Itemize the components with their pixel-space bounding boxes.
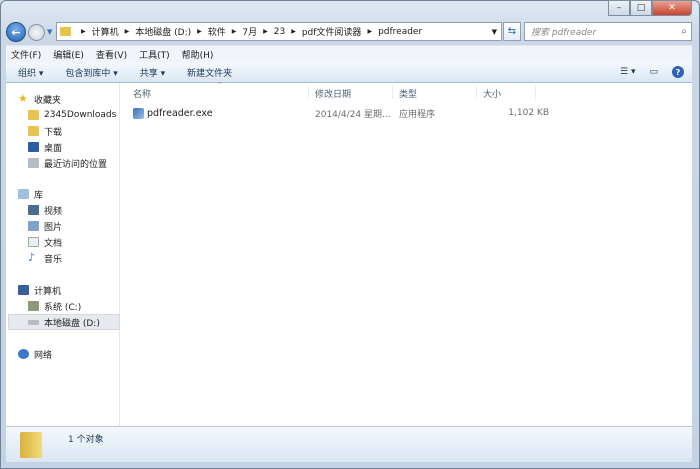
item-count: 1 个对象 [68, 435, 104, 445]
breadcrumb-arrow-icon[interactable]: ▶ [232, 28, 237, 35]
computer-icon [18, 285, 29, 295]
menu-bar: 文件(F) 编辑(E) 查看(V) 工具(T) 帮助(H) [6, 45, 692, 62]
sort-ascending-icon: ^ [217, 82, 223, 89]
command-bar: 组织 ▾ 包含到库中 ▾ 共享 ▾ 新建文件夹 ☰ ▾ ▭ ? [6, 62, 692, 83]
menu-tools[interactable]: 工具(T) [139, 48, 170, 61]
sidebar-label: 收藏夹 [34, 95, 62, 106]
sidebar-label: 下载 [44, 127, 63, 138]
menu-edit[interactable]: 编辑(E) [53, 48, 84, 61]
library-icon [18, 189, 29, 199]
close-button[interactable]: ✕ [652, 0, 692, 16]
file-row[interactable]: pdfreader.exe 2014/4/24 星期... 应用程序 1,102… [129, 105, 549, 121]
file-list: 名称 ^ 修改日期 类型 大小 pdfreader.exe 2014/4/24 … [121, 82, 692, 426]
column-divider[interactable] [308, 85, 309, 99]
sidebar-label: 音乐 [44, 254, 63, 265]
address-bar[interactable]: ▶ 计算机 ▶ 本地磁盘 (D:) ▶ 软件 ▶ 7月 ▶ 23 ▶ pdf文件阅读器 ▶ pdfread… [56, 22, 502, 41]
maximize-button[interactable]: □ [630, 0, 652, 16]
sidebar-libraries[interactable]: 库 [18, 186, 130, 202]
forward-button[interactable] [28, 23, 45, 41]
search-input[interactable]: 搜索 pdfreader ⌕ [524, 22, 692, 41]
column-divider[interactable] [392, 85, 393, 99]
music-icon: ♪ [28, 251, 36, 264]
file-date: 2014/4/24 星期... [315, 109, 391, 120]
breadcrumb-arrow-icon[interactable]: ▶ [367, 28, 372, 35]
back-button[interactable]: ← [6, 22, 26, 42]
star-icon: ★ [18, 92, 28, 105]
menu-help[interactable]: 帮助(H) [182, 48, 214, 61]
sidebar-network[interactable]: 网络 [18, 346, 130, 362]
sidebar-label: 桌面 [44, 143, 63, 154]
drive-icon [28, 319, 39, 325]
column-header-date[interactable]: 修改日期 [315, 87, 351, 101]
share-button[interactable]: 共享 ▾ [140, 66, 165, 79]
menu-view[interactable]: 查看(V) [96, 48, 127, 61]
sidebar-label: 2345Downloads [44, 110, 117, 120]
sidebar-favorites[interactable]: ★ 收藏夹 [18, 91, 130, 107]
breadcrumb-arrow-icon[interactable]: ▶ [125, 28, 130, 35]
address-dropdown[interactable]: ▼ [492, 28, 497, 36]
refresh-button[interactable]: ⇆ [503, 22, 521, 41]
sidebar-label: 网络 [34, 350, 53, 361]
sidebar-label: 计算机 [34, 286, 62, 297]
navigation-buttons: ← ▼ [6, 22, 52, 42]
column-divider[interactable] [535, 85, 536, 99]
sidebar-computer[interactable]: 计算机 [18, 282, 130, 298]
sidebar-label: 库 [34, 190, 44, 201]
network-icon [18, 349, 29, 359]
exe-icon [133, 107, 144, 119]
breadcrumb-item[interactable]: 23 [274, 27, 285, 37]
downloads-folder-icon [28, 126, 39, 136]
breadcrumb-arrow-icon[interactable]: ▶ [197, 28, 202, 35]
view-options-icon[interactable]: ☰ ▾ [620, 67, 635, 77]
search-icon[interactable]: ⌕ [681, 26, 687, 37]
preview-pane-icon[interactable]: ▭ [649, 67, 658, 77]
sidebar-label: 本地磁盘 (D:) [44, 318, 100, 329]
sidebar-label: 图片 [44, 222, 63, 233]
breadcrumb: ▶ 计算机 ▶ 本地磁盘 (D:) ▶ 软件 ▶ 7月 ▶ 23 ▶ pdf文件阅读器 ▶ pdfread… [75, 25, 422, 39]
search-placeholder: 搜索 pdfreader [531, 28, 597, 38]
new-folder-button[interactable]: 新建文件夹 [187, 66, 232, 79]
breadcrumb-item[interactable]: 软件 [208, 25, 226, 38]
system-drive-icon [28, 301, 39, 311]
content-pane: ★ 收藏夹 2345Downloads 下载 桌面 最近访问的位置 库 视频 图片… [6, 82, 692, 426]
breadcrumb-item[interactable]: pdf文件阅读器 [302, 25, 362, 38]
include-in-library-button[interactable]: 包含到库中 ▾ [65, 66, 117, 79]
minimize-button[interactable]: – [608, 0, 630, 16]
file-name: pdfreader.exe [147, 107, 213, 119]
sidebar-label: 系统 (C:) [44, 302, 82, 313]
navigation-pane: ★ 收藏夹 2345Downloads 下载 桌面 最近访问的位置 库 视频 图片… [6, 83, 120, 426]
sidebar-label: 文档 [44, 238, 63, 249]
documents-icon [28, 237, 39, 247]
organize-button[interactable]: 组织 ▾ [18, 66, 43, 79]
recent-places-icon [28, 158, 39, 168]
folder-icon [20, 431, 42, 458]
breadcrumb-item[interactable]: 计算机 [92, 25, 119, 38]
sidebar-item-drive-d[interactable]: 本地磁盘 (D:) [8, 314, 120, 330]
desktop-icon [28, 142, 39, 152]
file-size: 1,102 KB [508, 108, 549, 118]
breadcrumb-item[interactable]: 本地磁盘 (D:) [135, 25, 191, 38]
sidebar-label: 最近访问的位置 [44, 159, 108, 170]
column-header-size[interactable]: 大小 [483, 87, 501, 101]
breadcrumb-arrow-icon[interactable]: ▶ [263, 28, 268, 35]
menu-file[interactable]: 文件(F) [11, 48, 41, 61]
video-icon [28, 205, 39, 215]
recent-pages-dropdown[interactable]: ▼ [47, 28, 52, 36]
folder-icon [60, 27, 71, 36]
sidebar-label: 视频 [44, 206, 63, 217]
breadcrumb-arrow-icon[interactable]: ▶ [291, 28, 296, 35]
breadcrumb-item[interactable]: pdfreader [378, 27, 422, 37]
folder-icon [28, 110, 39, 120]
help-icon[interactable]: ? [672, 66, 684, 78]
column-divider[interactable] [476, 85, 477, 99]
details-pane: 1 个对象 [6, 426, 692, 462]
breadcrumb-item[interactable]: 7月 [242, 25, 257, 38]
column-header-type[interactable]: 类型 [399, 87, 417, 101]
caption-buttons: – □ ✕ [608, 0, 692, 16]
breadcrumb-arrow-icon[interactable]: ▶ [81, 28, 86, 35]
file-type: 应用程序 [399, 109, 436, 120]
pictures-icon [28, 221, 39, 231]
column-header-name[interactable]: 名称 [133, 87, 151, 101]
